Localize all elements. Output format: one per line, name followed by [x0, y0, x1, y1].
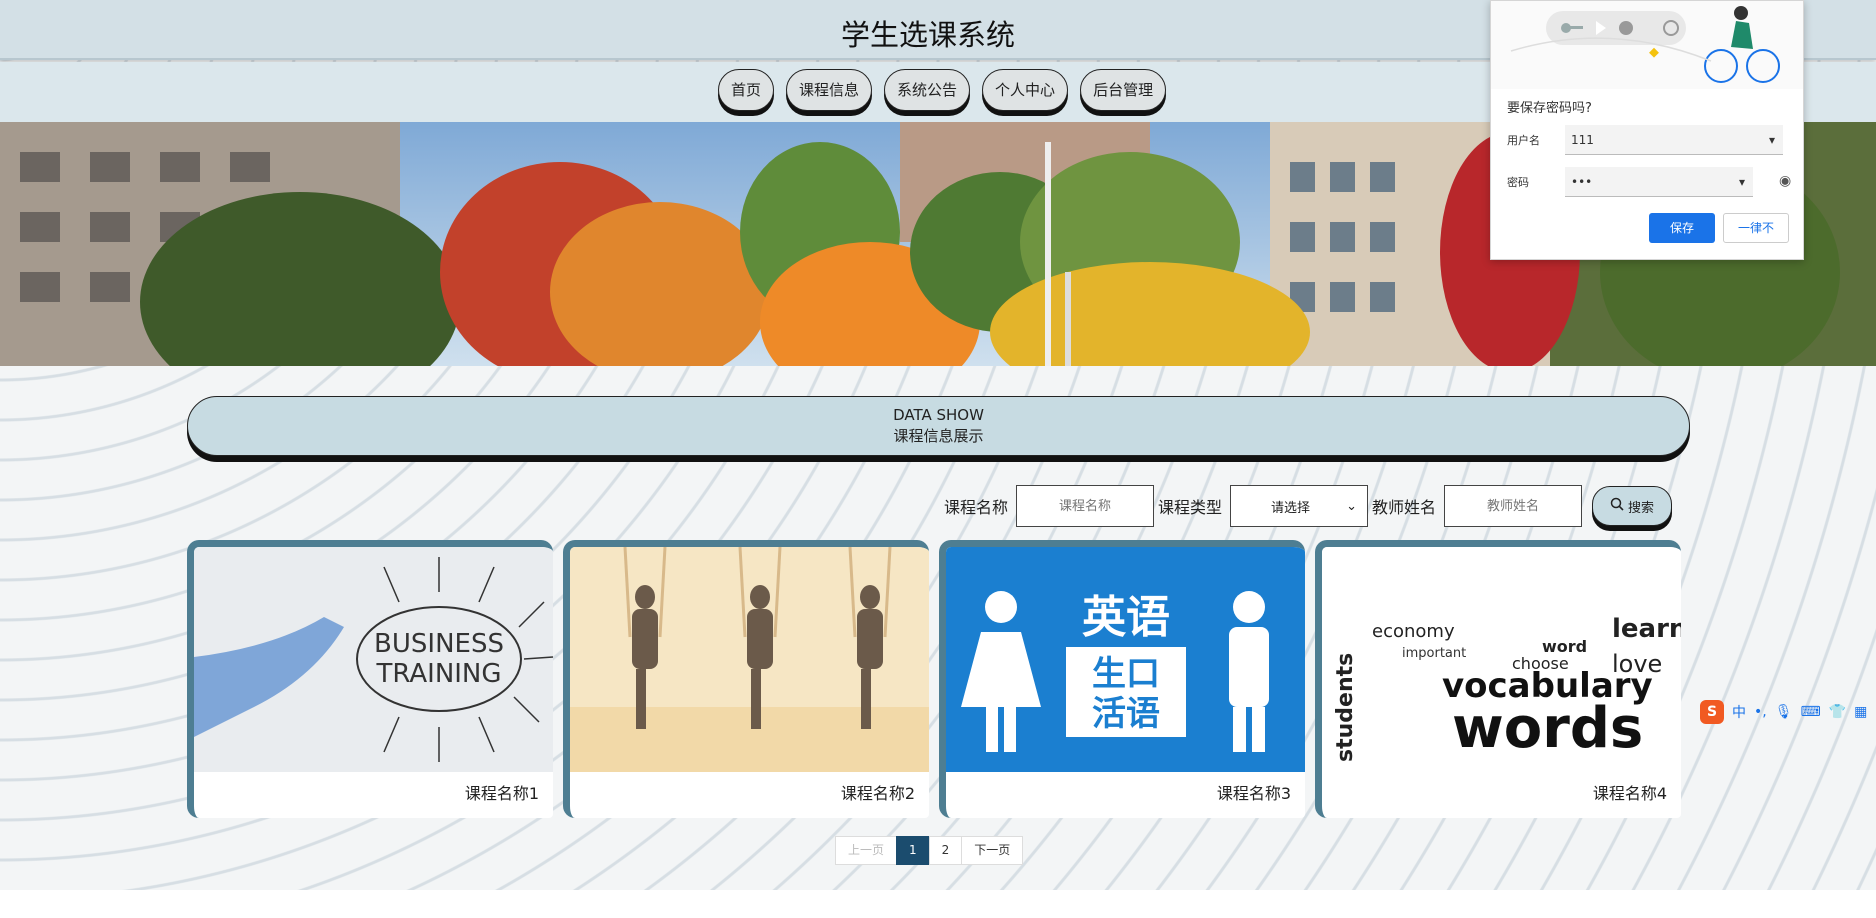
nav-item-announcements[interactable]: 系统公告: [884, 69, 971, 111]
keyboard-icon[interactable]: ⌨: [1801, 704, 1821, 720]
nav-item-admin[interactable]: 后台管理: [1080, 69, 1167, 111]
section-title-cn: 课程信息展示: [893, 427, 984, 445]
caret-down-icon: ▾: [1768, 133, 1775, 147]
toolbox-icon[interactable]: ▦: [1854, 704, 1867, 720]
username-label: 用户名: [1507, 134, 1540, 147]
username-field[interactable]: 111 ▾: [1565, 125, 1783, 155]
punctuation-icon[interactable]: •,: [1754, 704, 1767, 720]
ime-toolbar: S 中 •, 🎙 ⌨ 👕 ▦: [1700, 700, 1867, 724]
svg-text:economy: economy: [1372, 621, 1455, 642]
pagination-next[interactable]: 下一页: [961, 836, 1024, 865]
nav-item-course-info[interactable]: 课程信息: [786, 69, 873, 111]
svg-text:choose: choose: [1512, 654, 1569, 673]
course-name-input[interactable]: [1016, 485, 1155, 527]
password-label: 密码: [1507, 176, 1529, 189]
page-bottom: [0, 890, 1876, 918]
course-name: 课程名称3: [1216, 784, 1291, 803]
course-name: 课程名称2: [840, 784, 915, 803]
course-name-label: 课程名称: [944, 498, 1009, 517]
nav-item-personal-center[interactable]: 个人中心: [982, 69, 1069, 111]
save-password-button[interactable]: 保存: [1649, 213, 1715, 243]
course-image-spoken-english: 英语 生口 活语: [946, 547, 1305, 772]
teacher-name-label: 教师姓名: [1372, 498, 1437, 517]
course-type-select[interactable]: 请选择 ⌄: [1230, 485, 1369, 527]
search-bar: 课程名称 课程类型 请选择 ⌄ 教师姓名 搜索: [940, 485, 1673, 527]
password-popup-illustration: [1491, 1, 1803, 89]
svg-text:students: students: [1333, 653, 1358, 762]
password-field[interactable]: ••• ▾: [1565, 167, 1753, 197]
save-password-popup: 要保存密码吗? 用户名 111 ▾ 密码 ••• ▾ ◉ 保存 一律不: [1490, 0, 1804, 260]
course-type-value: 请选择: [1271, 500, 1311, 516]
pagination-page-2[interactable]: 2: [928, 836, 963, 865]
course-image-business-training: BUSINESS TRAINING: [194, 547, 553, 772]
nav-item-home[interactable]: 首页: [718, 69, 775, 111]
course-image-vocabulary-word-cloud: vocabulary words economy learn love stud…: [1322, 547, 1681, 772]
svg-text:word: word: [1542, 637, 1587, 656]
course-name: 课程名称1: [464, 784, 539, 803]
never-save-button[interactable]: 一律不: [1723, 213, 1789, 243]
ime-mode[interactable]: 中: [1732, 702, 1746, 722]
skin-icon[interactable]: 👕: [1829, 704, 1846, 720]
password-row: 密码 ••• ▾ ◉: [1507, 167, 1791, 197]
svg-text:love: love: [1612, 650, 1662, 678]
pagination-page-1[interactable]: 1: [896, 836, 930, 865]
course-card[interactable]: 英语 生口 活语 课程名称3: [939, 540, 1305, 818]
pagination-prev[interactable]: 上一页: [835, 836, 898, 865]
password-value: •••: [1571, 175, 1593, 189]
course-card[interactable]: vocabulary words economy learn love stud…: [1315, 540, 1681, 818]
course-card[interactable]: 课程名称2: [563, 540, 929, 818]
search-button-label: 搜索: [1628, 500, 1655, 516]
username-value: 111: [1571, 133, 1594, 147]
search-button[interactable]: 搜索: [1592, 486, 1673, 526]
chevron-down-icon: ⌄: [1346, 498, 1358, 514]
microphone-icon[interactable]: 🎙: [1775, 704, 1793, 720]
eye-icon[interactable]: ◉: [1779, 173, 1791, 189]
course-card[interactable]: BUSINESS TRAINING 课程名称1: [187, 540, 553, 818]
pagination: 上一页 1 2 下一页: [835, 836, 1024, 865]
teacher-name-input[interactable]: [1444, 485, 1583, 527]
svg-text:important: important: [1402, 646, 1466, 661]
svg-text:生口: 生口: [1092, 654, 1160, 694]
svg-text:TRAINING: TRAINING: [375, 659, 501, 689]
svg-text:活语: 活语: [1092, 694, 1160, 734]
sogou-logo-icon[interactable]: S: [1700, 700, 1724, 724]
svg-text:learn: learn: [1612, 614, 1681, 644]
section-title-en: DATA SHOW: [893, 406, 984, 424]
svg-text:words: words: [1452, 696, 1643, 761]
course-name: 课程名称4: [1592, 784, 1667, 803]
caret-down-icon: ▾: [1738, 175, 1745, 189]
course-card-list: BUSINESS TRAINING 课程名称1 课程名称2 英语 生口 活语 课…: [187, 540, 1681, 818]
svg-text:BUSINESS: BUSINESS: [374, 629, 504, 659]
search-icon: [1610, 497, 1624, 515]
data-show-header: DATA SHOW 课程信息展示: [187, 396, 1690, 456]
save-password-question: 要保存密码吗?: [1507, 101, 1592, 116]
svg-text:英语: 英语: [1082, 592, 1170, 643]
course-image-yoga: [570, 547, 929, 772]
course-type-label: 课程类型: [1158, 498, 1223, 517]
username-row: 用户名 111 ▾: [1507, 125, 1789, 155]
